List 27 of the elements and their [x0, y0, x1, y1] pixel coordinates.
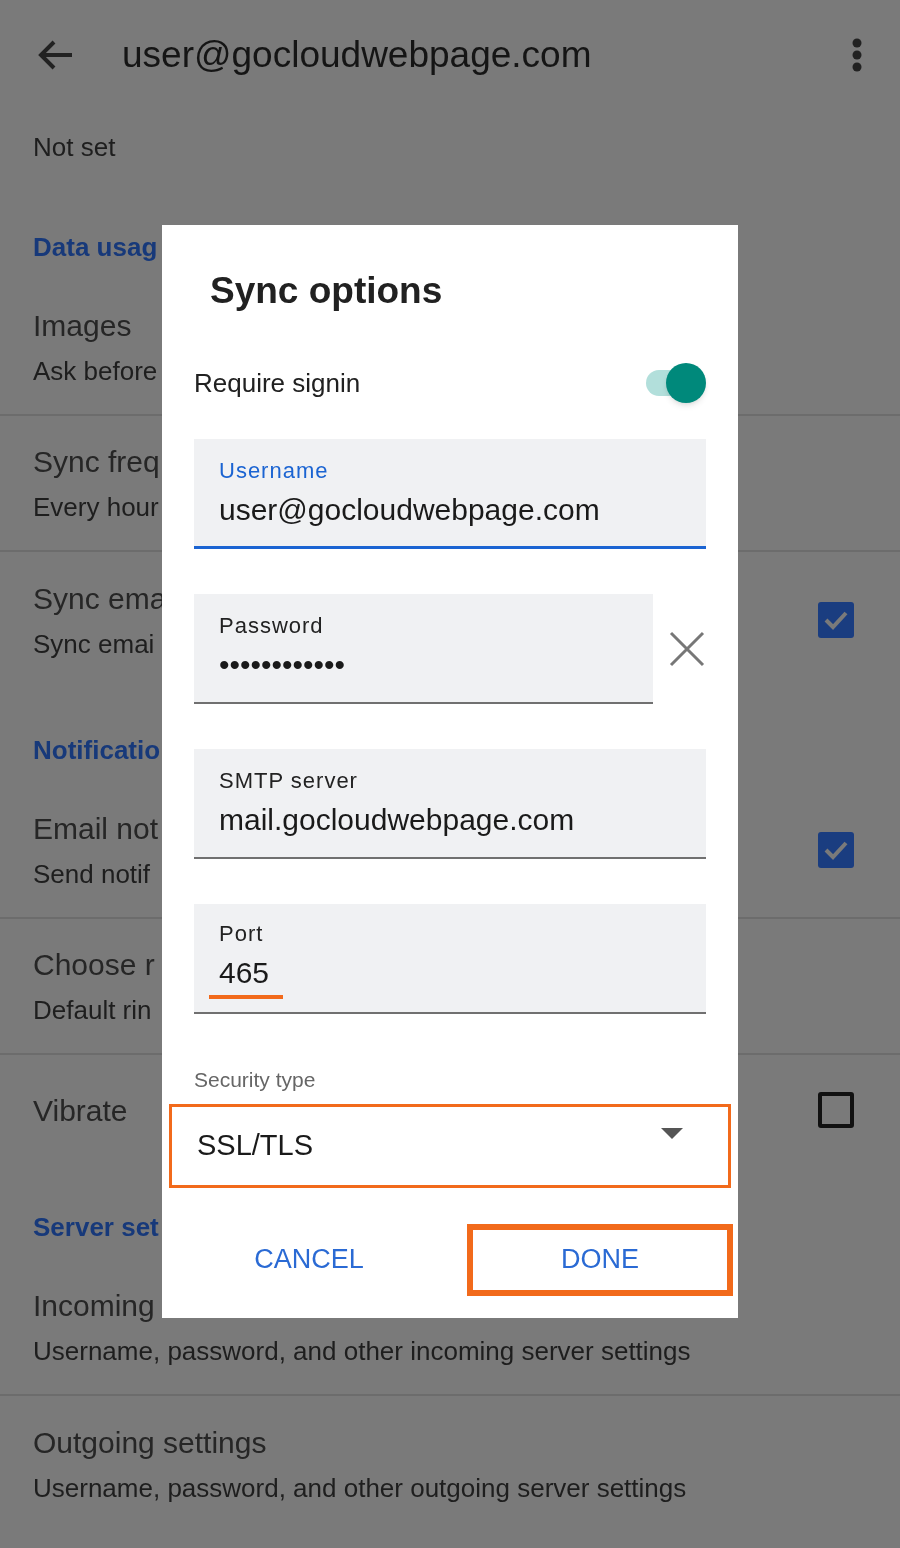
setting-title: Email not [33, 811, 159, 847]
setting-title: Outgoing settings [33, 1425, 267, 1461]
setting-summary: Default rin [33, 994, 152, 1027]
field-value: •••••••••••• [219, 647, 346, 683]
setting-title: Images [33, 308, 132, 344]
field-value: mail.gocloudwebpage.com [219, 802, 575, 838]
setting-title: Sync freq [33, 444, 160, 480]
setting-summary: Sync emai [33, 628, 155, 661]
switch-label: Require signin [194, 366, 361, 400]
dialog-title: Sync options [210, 269, 444, 313]
field-value: 465 [209, 950, 284, 999]
section-header: Notificatio [33, 734, 161, 767]
section-header: Server set [33, 1211, 159, 1244]
app-bar-title: user@gocloudwebpage.com [122, 33, 593, 78]
setting-summary: Ask before [33, 355, 158, 388]
setting-summary: Username, password, and other incoming server settings [33, 1335, 691, 1368]
setting-title: Choose r [33, 947, 155, 983]
setting-summary: Send notif [33, 858, 151, 891]
setting-summary: Username, password, and other outgoing server settings [33, 1472, 687, 1505]
section-header: Data usag [33, 231, 158, 264]
dropdown-value: SSL/TLS [197, 1127, 314, 1163]
field-label: Security type [194, 1067, 317, 1093]
field-value: user@gocloudwebpage.com [219, 491, 600, 528]
setting-summary: Every hour [33, 491, 159, 524]
setting-title: Vibrate [33, 1092, 128, 1129]
setting-title: Incoming [33, 1288, 155, 1324]
setting-value: Not set [33, 131, 116, 164]
